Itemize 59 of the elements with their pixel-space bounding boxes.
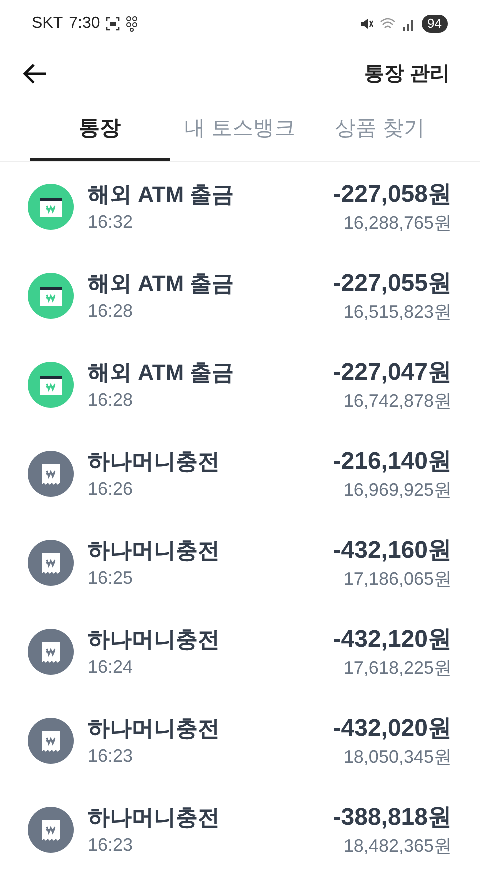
balance: 18,050,345원 (344, 746, 452, 768)
balance: 18,482,365원 (344, 834, 452, 858)
atm-icon (28, 272, 74, 318)
transaction-title: 해외 ATM 출금 (88, 270, 236, 298)
battery-badge: 94 (422, 15, 448, 33)
transaction-title: 하나머니충전 (88, 536, 221, 564)
atm-icon (28, 184, 74, 230)
screenshot-icon (106, 17, 120, 31)
balance: 16,742,878원 (344, 390, 452, 412)
dots-icon (126, 16, 138, 32)
atm-icon (28, 362, 74, 408)
transaction-time: 16:32 (88, 210, 134, 234)
balance: 16,969,925원 (344, 478, 452, 502)
signal-icon (402, 17, 416, 31)
transaction-amount: -227,055원 (333, 268, 452, 298)
transaction-row[interactable]: 하나머니충전 16:24 -432,120원 17,618,225원 (0, 607, 480, 696)
balance: 17,186,065원 (344, 568, 452, 590)
transaction-row[interactable]: 하나머니충전 16:26 -216,140원 16,969,925원 (0, 429, 480, 518)
transaction-title: 해외 ATM 출금 (88, 358, 236, 386)
transaction-row[interactable]: 하나머니충전 16:25 -432,160원 17,186,065원 (0, 518, 480, 607)
transaction-amount: -432,020원 (333, 714, 452, 744)
transaction-row[interactable]: 하나머니충전 16:23 -432,020원 18,050,345원 (0, 696, 480, 785)
balance: 16,515,823원 (344, 300, 452, 324)
transaction-time: 16:23 (88, 744, 134, 768)
transaction-title: 하나머니충전 (88, 804, 221, 832)
transaction-amount: -432,120원 (333, 624, 452, 654)
transaction-row[interactable]: 해외 ATM 출금 16:28 -227,055원 16,515,823원 (0, 251, 480, 340)
tab[interactable]: 통장 (30, 100, 170, 161)
receipt-icon (28, 540, 74, 586)
transaction-time: 16:28 (88, 388, 134, 412)
transaction-row[interactable]: 해외 ATM 출금 16:32 -227,058원 16,288,765원 (0, 162, 480, 251)
receipt-icon (28, 806, 74, 852)
transaction-amount: -227,047원 (333, 358, 452, 388)
transaction-title: 하나머니충전 (88, 448, 221, 476)
transaction-amount: -388,818원 (333, 802, 452, 832)
mute-icon (360, 17, 374, 31)
receipt-icon (28, 628, 74, 674)
transaction-title: 해외 ATM 출금 (88, 180, 236, 208)
transaction-title: 하나머니충전 (88, 714, 221, 742)
wifi-icon (380, 17, 396, 31)
balance: 17,618,225원 (344, 656, 452, 680)
transaction-time: 16:24 (88, 656, 134, 678)
transaction-amount: -432,160원 (333, 536, 452, 566)
transaction-time: 16:25 (88, 566, 134, 590)
transaction-time: 16:23 (88, 834, 134, 856)
back-arrow-icon (23, 63, 47, 85)
transaction-row[interactable]: 해외 ATM 출금 16:28 -227,047원 16,742,878원 (0, 340, 480, 429)
carrier: SKT (32, 14, 64, 34)
receipt-icon (28, 718, 74, 764)
balance: 16,288,765원 (344, 212, 452, 234)
transaction-amount: -227,058원 (333, 180, 452, 210)
page-title: 통장 관리 (364, 62, 450, 87)
receipt-icon (28, 450, 74, 496)
transaction-amount: -216,140원 (333, 446, 452, 476)
transaction-row[interactable]: 하나머니충전 16:23 -388,818원 18,482,365원 (0, 785, 480, 874)
transaction-title: 하나머니충전 (88, 626, 221, 654)
clock: 7:30 (69, 14, 100, 34)
transaction-time: 16:28 (88, 300, 134, 322)
transaction-time: 16:26 (88, 478, 134, 500)
